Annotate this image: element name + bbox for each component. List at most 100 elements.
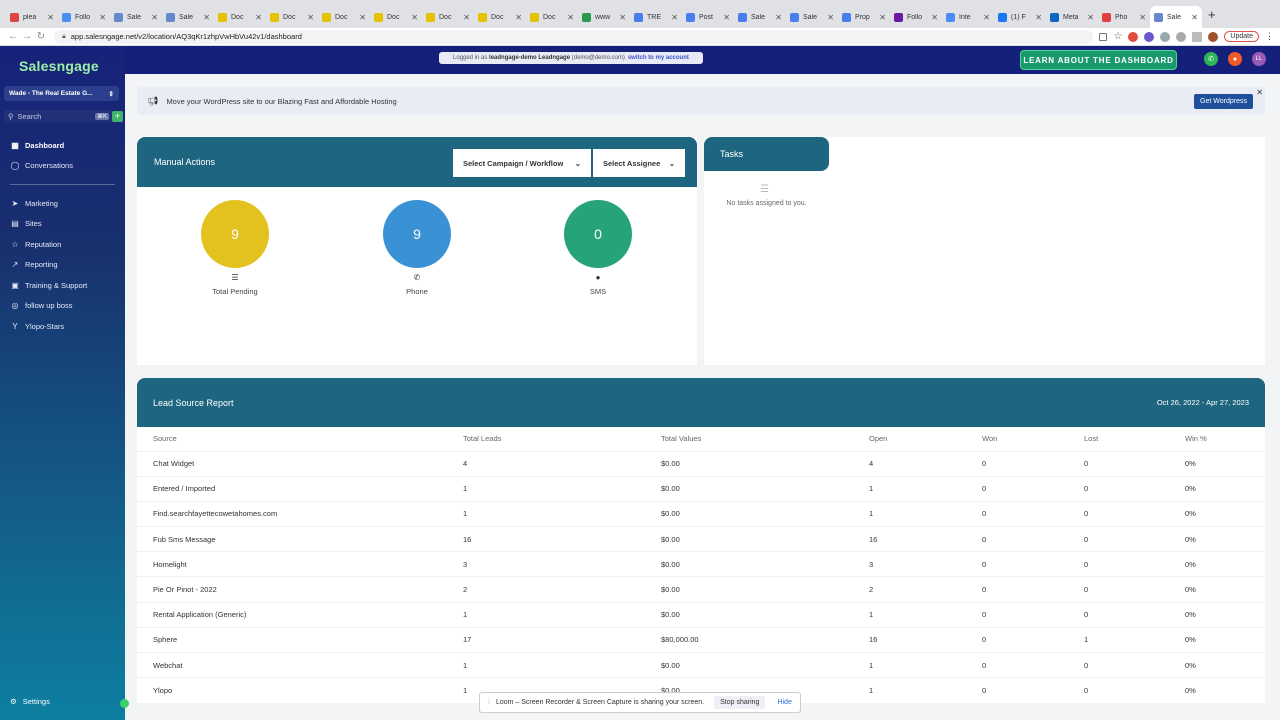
close-tab-icon[interactable]: ✕ bbox=[307, 13, 314, 22]
close-tab-icon[interactable]: ✕ bbox=[567, 13, 574, 22]
close-tab-icon[interactable]: ✕ bbox=[411, 13, 418, 22]
extension-icon[interactable] bbox=[1144, 31, 1155, 42]
new-tab-button[interactable]: + bbox=[1208, 7, 1216, 22]
menu-icon[interactable]: ⋮ bbox=[1265, 31, 1274, 42]
column-header[interactable]: Win % bbox=[1169, 427, 1265, 451]
url-field[interactable]: 🔒︎ app.salesngage.net/v2/location/AQ3qKr… bbox=[54, 29, 1094, 44]
browser-tab[interactable]: Doc ✕ bbox=[266, 6, 318, 28]
browser-tab[interactable]: Prop ✕ bbox=[838, 6, 890, 28]
browser-tab[interactable]: Sale ✕ bbox=[786, 6, 838, 28]
sidebar-search[interactable]: ⚲ Search ⌘K + bbox=[4, 110, 123, 123]
get-wordpress-button[interactable]: Get Wordpress bbox=[1194, 94, 1253, 109]
sidebar-item-reporting[interactable]: ↗ Reporting bbox=[0, 255, 125, 276]
close-tab-icon[interactable]: ✕ bbox=[359, 13, 366, 22]
table-row[interactable]: Webchat 1 $0.00 1 0 0 0% bbox=[137, 651, 1265, 678]
close-tab-icon[interactable]: ✕ bbox=[1087, 13, 1094, 22]
bookmark-star-icon[interactable]: ☆ bbox=[1113, 31, 1122, 42]
reload-icon[interactable]: ↻ bbox=[34, 31, 48, 42]
browser-tab[interactable]: Post ✕ bbox=[682, 6, 734, 28]
switch-account-link[interactable]: switch to my account bbox=[628, 55, 689, 61]
column-header[interactable]: Total Values bbox=[645, 427, 853, 451]
update-button[interactable]: Update bbox=[1224, 31, 1259, 42]
table-row[interactable]: Fub Sms Message 16 $0.00 16 0 0 0% bbox=[137, 526, 1265, 552]
browser-tab[interactable]: www ✕ bbox=[578, 6, 630, 28]
table-row[interactable]: Entered / Imported 1 $0.00 1 0 0 0% bbox=[137, 475, 1265, 502]
sidebar-item-sites[interactable]: ▤ Sites bbox=[0, 214, 125, 235]
forward-icon[interactable]: → bbox=[20, 31, 34, 42]
table-row[interactable]: Homelight 3 $0.00 3 0 0 0% bbox=[137, 551, 1265, 577]
table-row[interactable]: Sphere 17 $80,000.00 16 0 1 0% bbox=[137, 626, 1265, 653]
close-tab-icon[interactable]: ✕ bbox=[619, 13, 626, 22]
sidebar-item-dashboard[interactable]: ▦ Dashboard bbox=[0, 135, 125, 156]
close-tab-icon[interactable]: ✕ bbox=[515, 13, 522, 22]
close-tab-icon[interactable]: ✕ bbox=[1139, 13, 1146, 22]
browser-tab[interactable]: Follo ✕ bbox=[58, 6, 110, 28]
close-tab-icon[interactable]: ✕ bbox=[1035, 13, 1042, 22]
browser-tab[interactable]: TRE ✕ bbox=[630, 6, 682, 28]
sidepanel-icon[interactable] bbox=[1192, 31, 1203, 42]
column-header[interactable]: Total Leads bbox=[447, 427, 645, 451]
column-header[interactable]: Won bbox=[966, 427, 1068, 451]
close-icon[interactable]: ✕ bbox=[1256, 88, 1263, 97]
close-tab-icon[interactable]: ✕ bbox=[255, 13, 262, 22]
hide-button[interactable]: Hide bbox=[777, 699, 791, 706]
browser-tab[interactable]: (1) F ✕ bbox=[994, 6, 1046, 28]
table-row[interactable]: Find.searchfayettecowetahomes.com 1 $0.00 1… bbox=[137, 500, 1265, 527]
column-header[interactable]: Lost bbox=[1068, 427, 1169, 451]
close-tab-icon[interactable]: ✕ bbox=[879, 13, 886, 22]
learn-dashboard-button[interactable]: LEARN ABOUT THE DASHBOARD bbox=[1020, 50, 1177, 70]
quick-add-button[interactable]: + bbox=[112, 111, 123, 122]
extension-icon[interactable] bbox=[1176, 31, 1187, 42]
table-row[interactable]: Rental Application (Generic) 1 $0.00 1 0 0 0% bbox=[137, 601, 1265, 628]
sidebar-item-marketing[interactable]: ➤ Marketing bbox=[0, 193, 125, 214]
browser-tab[interactable]: Pho ✕ bbox=[1098, 6, 1150, 28]
browser-tab[interactable]: Sale ✕ bbox=[110, 6, 162, 28]
sidebar-item-settings[interactable]: ⚙ Settings bbox=[10, 697, 50, 706]
browser-tab[interactable]: plea ✕ bbox=[6, 6, 58, 28]
browser-tab[interactable]: Sale ✕ bbox=[162, 6, 214, 28]
browser-tab[interactable]: Inte ✕ bbox=[942, 6, 994, 28]
close-tab-icon[interactable]: ✕ bbox=[151, 13, 158, 22]
avatar[interactable]: LL bbox=[1252, 52, 1266, 66]
close-tab-icon[interactable]: ✕ bbox=[203, 13, 210, 22]
stat-circle-total-pending[interactable]: 9 bbox=[201, 200, 269, 268]
browser-tab[interactable]: Doc ✕ bbox=[526, 6, 578, 28]
extension-icon[interactable] bbox=[1160, 31, 1171, 42]
close-tab-icon[interactable]: ✕ bbox=[775, 13, 782, 22]
close-tab-icon[interactable]: ✕ bbox=[827, 13, 834, 22]
sidebar-item-training-support[interactable]: ▣ Training & Support bbox=[0, 275, 125, 296]
close-tab-icon[interactable]: ✕ bbox=[463, 13, 470, 22]
table-row[interactable]: Pie Or Pinot - 2022 2 $0.00 2 0 0 0% bbox=[137, 576, 1265, 603]
stat-circle-sms[interactable]: 0 bbox=[564, 200, 632, 268]
share-icon[interactable] bbox=[1099, 32, 1108, 41]
browser-tab[interactable]: Doc ✕ bbox=[422, 6, 474, 28]
table-row[interactable]: Chat Widget 4 $0.00 4 0 0 0% bbox=[137, 450, 1265, 477]
stat-circle-phone[interactable]: 9 bbox=[383, 200, 451, 268]
close-tab-icon[interactable]: ✕ bbox=[99, 13, 106, 22]
browser-tab[interactable]: Sale ✕ bbox=[1150, 6, 1202, 28]
drag-handle-icon[interactable]: ⁞ bbox=[488, 699, 490, 706]
back-icon[interactable]: ← bbox=[6, 31, 20, 42]
browser-tab[interactable]: Doc ✕ bbox=[318, 6, 370, 28]
close-tab-icon[interactable]: ✕ bbox=[983, 13, 990, 22]
assignee-select[interactable]: Select Assignee ⌄ bbox=[593, 149, 685, 177]
column-header[interactable]: Open bbox=[853, 427, 966, 451]
browser-tab[interactable]: Sale ✕ bbox=[734, 6, 786, 28]
campaign-select[interactable]: Select Campaign / Workflow ⌄ bbox=[453, 149, 591, 177]
stop-sharing-button[interactable]: Stop sharing bbox=[714, 696, 766, 709]
browser-tab[interactable]: Doc ✕ bbox=[474, 6, 526, 28]
phone-icon[interactable]: ✆ bbox=[1204, 52, 1218, 66]
sidebar-item-ylopo-stars[interactable]: Y Ylopo-Stars bbox=[0, 316, 125, 337]
sidebar-item-reputation[interactable]: ☆ Reputation bbox=[0, 234, 125, 255]
date-range[interactable]: Oct 26, 2022 - Apr 27, 2023 bbox=[1157, 398, 1249, 407]
profile-avatar[interactable] bbox=[1208, 31, 1219, 42]
close-tab-icon[interactable]: ✕ bbox=[723, 13, 730, 22]
extension-icon[interactable] bbox=[1128, 31, 1139, 42]
collapse-toggle[interactable] bbox=[120, 699, 129, 708]
sidebar-item-follow-up-boss[interactable]: ◎ follow up boss bbox=[0, 296, 125, 317]
bell-icon[interactable]: ● bbox=[1228, 52, 1242, 66]
close-tab-icon[interactable]: ✕ bbox=[931, 13, 938, 22]
close-tab-icon[interactable]: ✕ bbox=[1191, 13, 1198, 22]
browser-tab[interactable]: Follo ✕ bbox=[890, 6, 942, 28]
browser-tab[interactable]: Doc ✕ bbox=[214, 6, 266, 28]
